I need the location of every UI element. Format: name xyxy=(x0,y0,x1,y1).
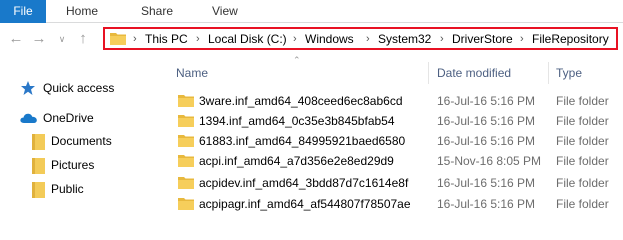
file-row[interactable]: 3ware.inf_amd64_408ceed6ec8ab6cd 16-Jul-… xyxy=(170,90,623,112)
address-bar[interactable]: › This PC › Local Disk (C:) › Windows › … xyxy=(103,27,618,50)
file-name: 3ware.inf_amd64_408ceed6ec8ab6cd xyxy=(199,94,403,108)
file-date-modified: 16-Jul-16 5:16 PM xyxy=(437,114,536,128)
recent-locations-button[interactable]: ∨ xyxy=(52,29,72,49)
column-header-date-modified[interactable]: Date modified xyxy=(437,64,511,82)
navigation-pane: Quick access OneDrive Documents Pictures… xyxy=(0,55,160,213)
file-row[interactable]: acpi.inf_amd64_a7d356e2e8ed29d9 15-Nov-1… xyxy=(170,150,623,172)
column-header-name[interactable]: Name xyxy=(176,64,208,82)
sort-ascending-icon: ⌃ xyxy=(293,55,301,65)
forward-icon: → xyxy=(31,30,47,47)
folder-icon xyxy=(178,197,194,210)
file-row[interactable]: acpidev.inf_amd64_3bdd87d7c1614e8f 16-Ju… xyxy=(170,172,623,194)
tab-share[interactable]: Share xyxy=(141,0,173,23)
folder-icon xyxy=(32,134,45,150)
breadcrumb-chevron-icon[interactable]: › xyxy=(293,32,297,47)
up-button[interactable]: ↑ xyxy=(73,29,93,49)
nav-item-label: OneDrive xyxy=(43,111,94,125)
breadcrumb-local-disk[interactable]: Local Disk (C:) xyxy=(208,32,287,47)
nav-item-label: Pictures xyxy=(51,158,95,172)
folder-icon xyxy=(178,94,194,107)
file-type: File folder xyxy=(556,94,609,108)
nav-item-label: Public xyxy=(51,182,84,196)
file-date-modified: 16-Jul-16 5:16 PM xyxy=(437,94,536,108)
file-date-modified: 16-Jul-16 5:16 PM xyxy=(437,197,536,211)
folder-icon xyxy=(178,114,194,127)
file-type: File folder xyxy=(556,176,609,190)
file-name: 1394.inf_amd64_0c35e3b845bfab54 xyxy=(199,114,395,128)
tab-home[interactable]: Home xyxy=(66,0,98,23)
file-name: acpidev.inf_amd64_3bdd87d7c1614e8f xyxy=(199,176,409,190)
breadcrumb-system32[interactable]: System32 xyxy=(378,32,431,47)
folder-icon xyxy=(110,32,126,45)
file-type: File folder xyxy=(556,134,609,148)
column-divider[interactable] xyxy=(548,62,549,84)
breadcrumb-filerepository[interactable]: FileRepository xyxy=(532,32,609,47)
breadcrumb-this-pc[interactable]: This PC xyxy=(145,32,188,47)
tab-view[interactable]: View xyxy=(212,0,238,23)
folder-icon xyxy=(178,176,194,189)
star-icon xyxy=(20,80,36,96)
file-name: acpipagr.inf_amd64_af544807f78507ae xyxy=(199,197,411,211)
nav-item-label: Documents xyxy=(51,134,112,148)
file-date-modified: 16-Jul-16 5:16 PM xyxy=(437,134,536,148)
file-row[interactable]: 61883.inf_amd64_84995921baed6580 16-Jul-… xyxy=(170,130,623,152)
nav-item-label: Quick access xyxy=(43,81,115,95)
folder-icon xyxy=(32,182,45,198)
cloud-icon xyxy=(20,112,37,123)
tab-file[interactable]: File xyxy=(0,0,46,23)
forward-button[interactable]: → xyxy=(29,29,49,49)
up-arrow-icon: ↑ xyxy=(79,30,87,47)
breadcrumb-chevron-icon[interactable]: › xyxy=(520,32,524,47)
file-row[interactable]: 1394.inf_amd64_0c35e3b845bfab54 16-Jul-1… xyxy=(170,110,623,132)
breadcrumb-windows[interactable]: Windows xyxy=(305,32,354,47)
breadcrumb-chevron-icon[interactable]: › xyxy=(440,32,444,47)
file-type: File folder xyxy=(556,197,609,211)
breadcrumb-chevron-icon[interactable]: › xyxy=(366,32,370,47)
back-button[interactable]: ← xyxy=(6,29,26,49)
file-date-modified: 16-Jul-16 5:16 PM xyxy=(437,176,536,190)
breadcrumb-chevron-icon[interactable]: › xyxy=(196,32,200,47)
breadcrumb-driverstore[interactable]: DriverStore xyxy=(452,32,513,47)
file-row[interactable]: acpipagr.inf_amd64_af544807f78507ae 16-J… xyxy=(170,193,623,215)
column-divider[interactable] xyxy=(428,62,429,84)
back-icon: ← xyxy=(8,30,24,47)
ribbon-tabs: File Home Share View xyxy=(0,0,623,23)
column-header-type[interactable]: Type xyxy=(556,64,582,82)
breadcrumb-chevron-icon[interactable]: › xyxy=(133,32,137,47)
folder-icon xyxy=(32,158,45,174)
file-date-modified: 15-Nov-16 8:05 PM xyxy=(437,154,542,168)
chevron-down-icon: ∨ xyxy=(58,34,66,44)
file-type: File folder xyxy=(556,154,609,168)
file-name: acpi.inf_amd64_a7d356e2e8ed29d9 xyxy=(199,154,394,168)
file-name: 61883.inf_amd64_84995921baed6580 xyxy=(199,134,406,148)
navigation-bar: ← → ∨ ↑ › This PC › Local Disk (C:) › Wi… xyxy=(0,23,623,55)
folder-icon xyxy=(178,154,194,167)
file-type: File folder xyxy=(556,114,609,128)
folder-icon xyxy=(178,134,194,147)
